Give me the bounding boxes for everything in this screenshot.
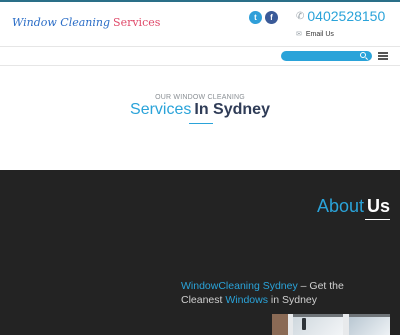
phone-link[interactable]: ✆ 0402528150 (296, 8, 385, 24)
window-cleaning-photo (272, 314, 390, 335)
about-heading-text: WindowCleaning Sydney – Get the Cleanest… (181, 279, 381, 307)
about-title: About Us (317, 196, 390, 217)
email-us-label: Email Us (305, 31, 334, 38)
facebook-icon[interactable]: f (265, 11, 278, 24)
site-header: Window Cleaning Services t f ✆ 0402528150 … (0, 2, 400, 46)
windows-link[interactable]: Windows (225, 294, 268, 306)
email-us-link[interactable]: ✉ Email Us (296, 30, 334, 38)
navigation-bar (0, 46, 400, 66)
site-logo[interactable]: Window Cleaning Services (12, 16, 160, 29)
envelope-icon: ✉ (296, 31, 302, 38)
windowcleaning-sydney-link[interactable]: WindowCleaning Sydney (181, 280, 298, 292)
services-title: Services In Sydney (0, 101, 400, 119)
services-section: OUR WINDOW CLEANING Services In Sydney (0, 67, 400, 170)
about-section: About Us WindowCleaning Sydney – Get the … (0, 170, 400, 335)
phone-icon: ✆ (296, 11, 305, 22)
about-title-part2: Us (366, 196, 390, 216)
services-title-underline (189, 123, 213, 124)
phone-number: 0402528150 (307, 8, 386, 24)
twitter-icon[interactable]: t (249, 11, 262, 24)
about-title-part1: About (316, 196, 364, 216)
logo-text-services: Services (113, 16, 161, 29)
about-title-underline (365, 219, 390, 220)
services-title-part1: Services (130, 101, 192, 118)
about-text-part2: in Sydney (267, 294, 317, 306)
services-kicker: OUR WINDOW CLEANING (155, 94, 245, 101)
services-title-part2: In Sydney (194, 101, 270, 118)
hamburger-menu-icon[interactable] (378, 52, 388, 60)
search-input[interactable] (285, 52, 355, 60)
search-icon[interactable] (360, 52, 366, 58)
logo-text-window-cleaning: Window Cleaning (12, 16, 111, 29)
search-box (281, 51, 372, 61)
